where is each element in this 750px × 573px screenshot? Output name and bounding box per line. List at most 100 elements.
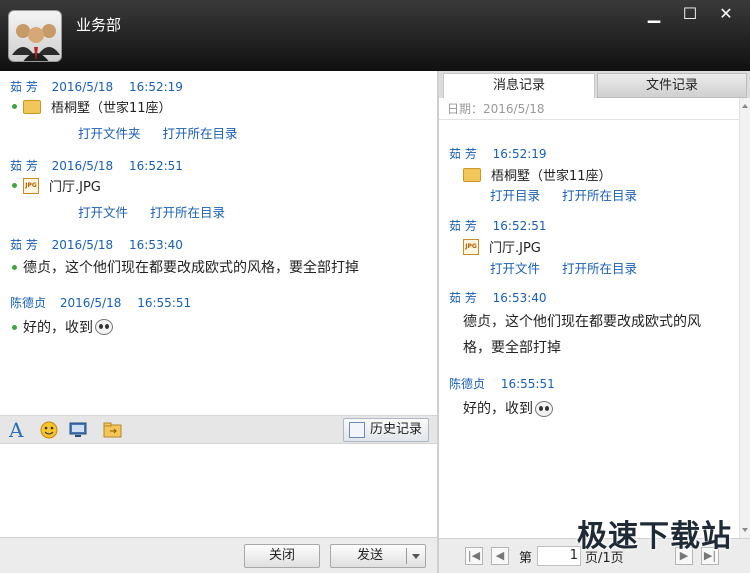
text-message: 好的，收到 [12, 317, 113, 337]
history-time: 16:55:51 [500, 377, 555, 391]
scroll-up-icon[interactable] [742, 104, 748, 108]
window-controls: ▁ ☐ ✕ [636, 4, 744, 24]
history-file-name: 门厅.JPG [489, 241, 541, 256]
history-time: 16:52:19 [492, 147, 547, 161]
open-directory-link[interactable]: 打开所在目录 [150, 202, 225, 221]
emoji-icon[interactable] [38, 420, 60, 440]
open-containing-directory-link[interactable]: 打开所在目录 [562, 258, 637, 277]
message-sender: 陈德贞 [10, 296, 47, 310]
chevron-down-icon[interactable] [412, 554, 420, 559]
tab-message-records[interactable]: 消息记录 [443, 73, 595, 98]
open-file-link[interactable]: 打开文件 [78, 202, 128, 221]
message-text: 德贞，这个他们现在都要改成欧式的风格，要全部打掉 [23, 260, 359, 276]
history-panel: 消息记录 文件记录 日期：2016/5/18 茹 芳 16:52:19 梧桐墅（… [439, 71, 750, 573]
history-file: 梧桐墅（世家11座） [463, 165, 612, 184]
minimize-button[interactable]: ▁ [636, 4, 672, 24]
history-meta: 茹 芳 16:53:40 [449, 289, 547, 306]
message-date: 2016/5/18 [51, 159, 114, 173]
page-prefix: 第 [519, 551, 533, 566]
message-time: 16:52:19 [129, 80, 183, 94]
folder-icon [23, 99, 41, 114]
history-text: 德贞，这个他们现在都要改成欧式的风格，要全部打掉 [463, 314, 701, 356]
message-date: 2016/5/18 [51, 80, 114, 94]
close-window-button[interactable]: ✕ [708, 4, 744, 24]
input-toolbar: A 历史记录 [0, 415, 437, 444]
send-button[interactable]: 发送 [330, 544, 426, 568]
history-time: 16:52:51 [492, 219, 547, 233]
prev-page-button[interactable]: ◀ [491, 547, 509, 565]
history-sender: 茹 芳 [449, 291, 477, 305]
history-file-actions: 打开文件 打开所在目录 [490, 258, 637, 277]
status-dot [12, 324, 17, 330]
history-time: 16:53:40 [492, 291, 547, 305]
history-sender: 茹 芳 [449, 219, 477, 233]
history-text: 好的，收到 [463, 396, 723, 422]
history-meta: 茹 芳 16:52:51 [449, 217, 547, 234]
open-directory-link[interactable]: 打开目录 [490, 185, 540, 204]
file-name: 门厅.JPG [49, 180, 101, 195]
font-icon[interactable]: A [9, 420, 31, 440]
status-dot [12, 264, 17, 270]
bottom-bar: 关闭 发送 [0, 537, 437, 573]
message-sender: 茹 芳 [10, 238, 38, 252]
file-name: 梧桐墅（世家11座） [51, 101, 172, 116]
history-button[interactable]: 历史记录 [342, 418, 429, 442]
message-date: 2016/5/18 [59, 296, 122, 310]
file-actions: 打开文件 打开所在目录 [78, 202, 225, 221]
page-number-input[interactable]: 1 [537, 546, 581, 566]
message-time: 16:52:51 [129, 159, 183, 173]
history-file-name: 梧桐墅（世家11座） [491, 169, 612, 184]
open-file-link[interactable]: 打开文件 [490, 258, 540, 277]
message-date: 2016/5/18 [51, 238, 114, 252]
status-dot [12, 183, 17, 188]
open-folder-link[interactable]: 打开文件夹 [78, 123, 141, 142]
history-meta: 茹 芳 16:52:19 [449, 145, 547, 162]
file-message: 梧桐墅（世家11座） [12, 97, 172, 116]
history-button-label: 历史记录 [369, 422, 422, 437]
jpg-icon: JPG [463, 238, 479, 255]
close-button[interactable]: 关闭 [244, 544, 320, 568]
folder-icon [463, 167, 481, 182]
date-label: 日期：2016/5/18 [439, 98, 739, 120]
history-sender: 茹 芳 [449, 147, 477, 161]
message-text: 好的，收到 [23, 320, 93, 336]
open-directory-link[interactable]: 打开所在目录 [163, 123, 238, 142]
message-meta: 茹 芳 2016/5/18 16:53:40 [10, 236, 183, 253]
window-title: 业务部 [76, 16, 122, 34]
emoticon-icon [535, 401, 553, 417]
open-containing-directory-link[interactable]: 打开所在目录 [562, 185, 637, 204]
screenshot-icon[interactable] [68, 420, 90, 440]
watermark-logo: 极速下载站 [577, 519, 732, 554]
file-actions: 打开文件夹 打开所在目录 [78, 123, 238, 142]
send-file-icon[interactable] [102, 420, 124, 440]
send-button-label: 发送 [356, 548, 383, 563]
send-separator [406, 548, 407, 564]
history-file-actions: 打开目录 打开所在目录 [490, 185, 637, 204]
message-time: 16:55:51 [137, 296, 192, 310]
history-sender: 陈德贞 [449, 377, 486, 391]
chat-messages[interactable]: 茹 芳 2016/5/18 16:52:19 梧桐墅（世家11座） 打开文件夹 … [0, 71, 437, 415]
jpg-icon: JPG [23, 177, 39, 194]
history-scrollbar[interactable] [739, 98, 750, 538]
message-time: 16:53:40 [129, 238, 183, 252]
message-sender: 茹 芳 [10, 159, 38, 173]
history-meta: 陈德贞 16:55:51 [449, 375, 555, 392]
message-meta: 茹 芳 2016/5/18 16:52:19 [10, 78, 183, 95]
message-meta: 陈德贞 2016/5/18 16:55:51 [10, 294, 191, 311]
message-input[interactable] [0, 445, 437, 537]
history-message-text: 好的，收到 [463, 401, 533, 417]
status-dot [12, 104, 17, 109]
tab-file-records[interactable]: 文件记录 [597, 73, 747, 98]
history-tabs: 消息记录 文件记录 [439, 71, 750, 98]
history-icon [348, 422, 365, 438]
file-message: JPG 门厅.JPG [12, 176, 101, 195]
message-sender: 茹 芳 [10, 80, 38, 94]
scroll-down-icon[interactable] [742, 528, 748, 532]
message-meta: 茹 芳 2016/5/18 16:52:51 [10, 157, 183, 174]
text-message: 德贞，这个他们现在都要改成欧式的风格，要全部打掉 [12, 257, 359, 277]
emoticon-icon [95, 319, 113, 335]
title-bar: 业务部 ▁ ☐ ✕ [0, 0, 750, 71]
group-avatar[interactable] [8, 10, 62, 62]
maximize-button[interactable]: ☐ [672, 4, 708, 24]
first-page-button[interactable]: |◀ [465, 547, 483, 565]
